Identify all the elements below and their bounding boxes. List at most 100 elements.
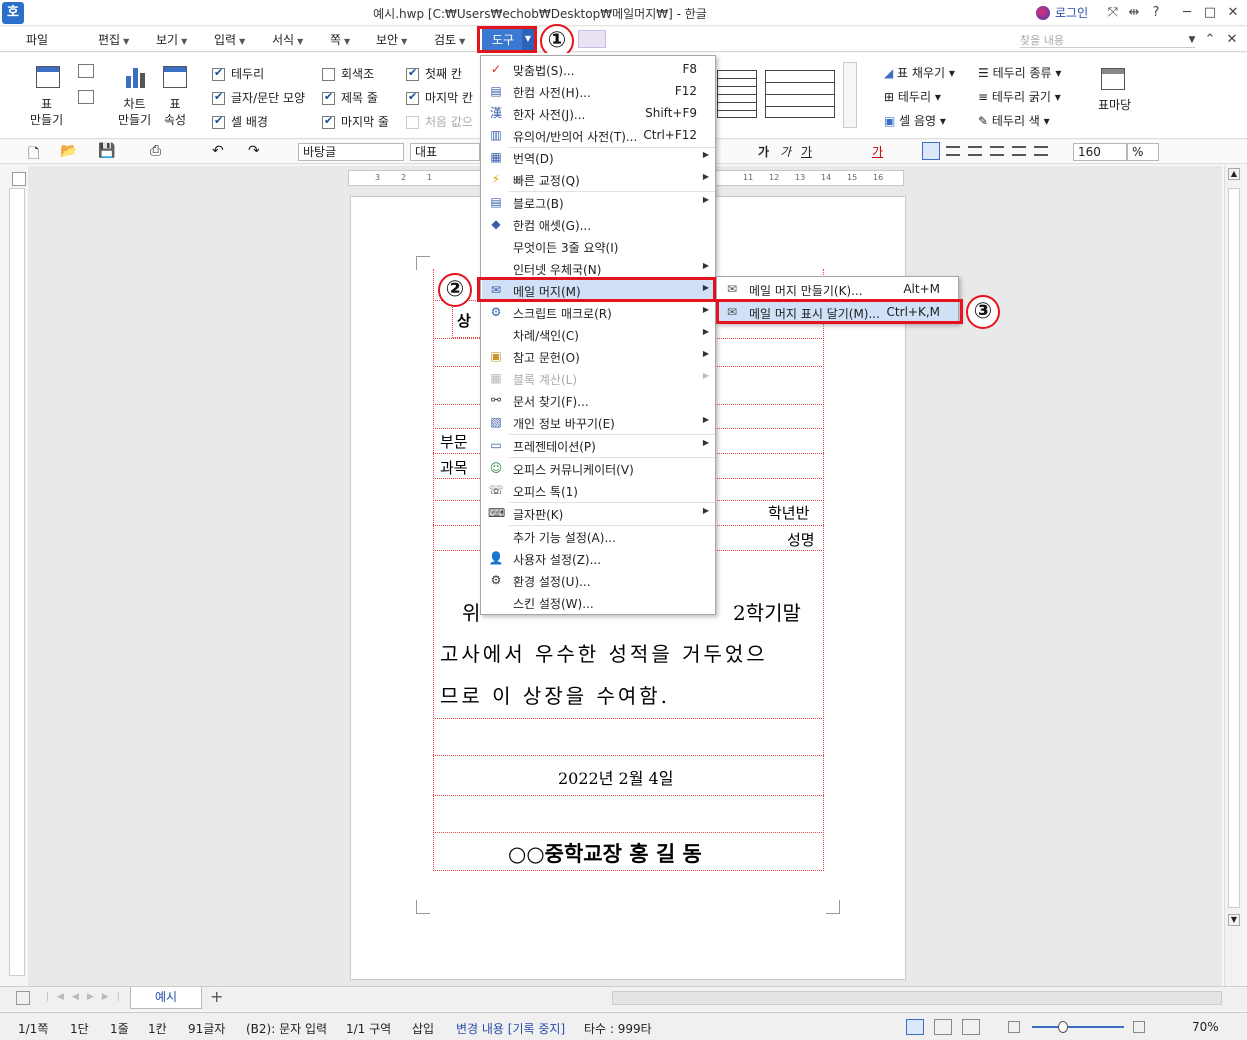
menu-item-asset[interactable]: ◆ 한컴 애셋(G)... bbox=[482, 213, 715, 235]
scroll-up-icon[interactable]: ▲ bbox=[1228, 168, 1240, 180]
table-erase-icon[interactable] bbox=[78, 90, 94, 104]
style-combo[interactable]: 바탕글 bbox=[298, 143, 404, 161]
status-zoom[interactable]: 70% bbox=[1192, 1020, 1219, 1034]
menu-item-addons[interactable]: 추가 기능 설정(A)... bbox=[482, 525, 715, 547]
align-justify-icon[interactable] bbox=[922, 142, 940, 160]
menu-format[interactable]: 서식 ▼ bbox=[272, 31, 303, 48]
menu-item-find-doc[interactable]: ⚯ 문서 찾기(F)... bbox=[482, 389, 715, 411]
style-gallery-scroll[interactable] bbox=[843, 62, 857, 128]
chevron-down-icon[interactable]: ▼ bbox=[1182, 30, 1202, 50]
checkbox[interactable] bbox=[212, 90, 225, 105]
menu-insert[interactable]: 입력 ▼ bbox=[214, 31, 245, 48]
checkbox[interactable] bbox=[322, 68, 335, 81]
status-page[interactable]: 1/1쪽 bbox=[18, 1020, 48, 1037]
maximize-button[interactable]: □ bbox=[1200, 3, 1220, 23]
hwp-app-icon[interactable]: 호 bbox=[2, 2, 24, 24]
menu-item-internet-post[interactable]: 인터넷 우체국(N) ▶ bbox=[482, 257, 715, 279]
border-button[interactable]: ⊞ 테두리 ▾ bbox=[884, 88, 941, 105]
align-center-icon[interactable] bbox=[990, 146, 1004, 156]
menu-review[interactable]: 검토 ▼ bbox=[434, 31, 465, 48]
italic-icon[interactable]: 가 bbox=[780, 143, 791, 160]
undo-icon[interactable]: ↶ bbox=[212, 143, 224, 159]
zoom-slider[interactable] bbox=[1032, 1026, 1124, 1028]
align-right-icon[interactable] bbox=[968, 146, 982, 156]
menu-item-macro[interactable]: ⚙ 스크립트 매크로(R) ▶ bbox=[482, 301, 715, 323]
zoom-out-icon[interactable] bbox=[1008, 1021, 1020, 1033]
check-grayscale[interactable]: 회색조 bbox=[322, 65, 374, 82]
chart-create-button[interactable]: 차트 만들기 bbox=[118, 96, 151, 128]
menu-page[interactable]: 쪽 ▼ bbox=[330, 31, 350, 48]
table-draw-icon[interactable] bbox=[78, 64, 94, 78]
view-width-icon[interactable] bbox=[934, 1019, 952, 1035]
fill-table-button[interactable]: ◢ 표 채우기 ▾ bbox=[884, 64, 955, 81]
checkbox[interactable] bbox=[322, 90, 335, 105]
menu-item-toc-index[interactable]: 차례/색인(C) ▶ bbox=[482, 323, 715, 345]
quick-style-icon[interactable] bbox=[578, 30, 606, 48]
table-style-preview-2[interactable] bbox=[765, 70, 835, 118]
menu-item-privacy[interactable]: ▧ 개인 정보 바꾸기(E) ▶ bbox=[482, 411, 715, 433]
menu-security[interactable]: 보안 ▼ bbox=[376, 31, 407, 48]
check-char-para[interactable]: 글자/문단 모양 bbox=[212, 89, 305, 106]
vertical-scrollbar[interactable]: ▲ ▼ bbox=[1224, 166, 1242, 986]
collapse-ribbon-icon[interactable]: ⌃ bbox=[1200, 30, 1220, 50]
table-create-button[interactable]: 표 만들기 bbox=[30, 96, 63, 128]
menu-item-blog[interactable]: ▤ 블로그(B) ▶ bbox=[482, 191, 715, 213]
font-color-icon[interactable]: 가 bbox=[872, 143, 883, 160]
check-title-row[interactable]: 제목 줄 bbox=[322, 89, 378, 106]
menu-item-dictionary[interactable]: ▤ 한컴 사전(H)... F12 bbox=[482, 80, 715, 102]
menu-item-presentation[interactable]: ▭ 프레젠테이션(P) ▶ bbox=[482, 434, 715, 456]
zoom-slider-thumb[interactable] bbox=[1058, 1021, 1068, 1033]
menu-file[interactable]: 파일 bbox=[26, 31, 48, 48]
underline-icon[interactable]: 가 bbox=[801, 143, 812, 160]
menu-item-keyboard[interactable]: ⌨ 글자판(K) ▶ bbox=[482, 502, 715, 524]
ruler-origin-icon[interactable] bbox=[12, 172, 26, 186]
border-type-button[interactable]: ☰ 테두리 종류 ▾ bbox=[978, 64, 1061, 81]
add-tab-button[interactable]: + bbox=[210, 987, 223, 1006]
check-cell-bg[interactable]: 셀 배경 bbox=[212, 113, 268, 130]
open-folder-icon[interactable]: 📂 bbox=[60, 143, 77, 159]
menu-item-skin[interactable]: 스킨 설정(W)... bbox=[482, 591, 715, 613]
menu-item-office-talk[interactable]: ☏ 오피스 톡(1) bbox=[482, 479, 715, 501]
login-link[interactable]: 로그인 bbox=[1055, 4, 1088, 21]
menu-item-references[interactable]: ▣ 참고 문헌(O) ▶ bbox=[482, 345, 715, 367]
checkbox[interactable] bbox=[406, 90, 419, 105]
check-last-col[interactable]: 마지막 칸 bbox=[406, 89, 473, 106]
scroll-thumb[interactable] bbox=[1228, 188, 1240, 908]
checkbox[interactable] bbox=[322, 114, 335, 129]
check-border[interactable]: 테두리 bbox=[212, 65, 264, 82]
submenu-item-create[interactable]: ✉ 메일 머지 만들기(K)... Alt+M bbox=[718, 278, 958, 300]
close-button[interactable]: ✕ bbox=[1223, 3, 1243, 23]
scroll-down-icon[interactable]: ▼ bbox=[1228, 914, 1240, 926]
save-icon[interactable]: 💾 bbox=[98, 143, 115, 159]
redo-icon[interactable]: ↷ bbox=[248, 143, 260, 159]
tools-menu[interactable]: ✓ 맞춤법(S)... F8 ▤ 한컴 사전(H)... F12 漢 한자 사전(J)..… bbox=[480, 55, 716, 615]
menu-edit[interactable]: 편집 ▼ bbox=[98, 31, 129, 48]
checkbox[interactable] bbox=[212, 114, 225, 129]
check-last-row[interactable]: 마지막 줄 bbox=[322, 113, 389, 130]
menu-item-thesaurus[interactable]: ▥ 유의어/반의어 사전(T)... Ctrl+F12 bbox=[482, 124, 715, 146]
menu-view[interactable]: 보기 ▼ bbox=[156, 31, 187, 48]
bold-icon[interactable]: 가 bbox=[758, 143, 769, 160]
horizontal-scrollbar[interactable] bbox=[612, 991, 1222, 1005]
menu-item-communicator[interactable]: ☺ 오피스 커뮤니케이터(V) bbox=[482, 457, 715, 479]
view-page-icon[interactable] bbox=[962, 1019, 980, 1035]
status-insert-mode[interactable]: 삽입 bbox=[412, 1020, 434, 1037]
align-left-icon[interactable] bbox=[946, 146, 960, 156]
border-color-button[interactable]: ✎ 테두리 색 ▾ bbox=[978, 112, 1050, 129]
close-doc-icon[interactable]: ✕ bbox=[1222, 30, 1242, 50]
tab-nav-icons[interactable]: |◀◀▶▶| bbox=[46, 992, 128, 1002]
help-button[interactable]: ? bbox=[1146, 3, 1166, 23]
menu-item-preferences[interactable]: ⚙ 환경 설정(U)... bbox=[482, 569, 715, 591]
table-properties-button[interactable]: 표 속성 bbox=[164, 96, 186, 128]
fullscreen-icon[interactable]: ⤧ bbox=[1103, 3, 1123, 23]
menu-item-summary[interactable]: 무엇이든 3줄 요약(I) bbox=[482, 235, 715, 257]
zoom-unit-combo[interactable]: % bbox=[1127, 143, 1159, 161]
new-document-icon[interactable]: 🗋 bbox=[28, 143, 39, 167]
search-input[interactable]: 찾을 내용 bbox=[1020, 32, 1195, 48]
menu-item-spellcheck[interactable]: ✓ 맞춤법(S)... F8 bbox=[482, 58, 715, 80]
menu-item-user-settings[interactable]: 👤 사용자 설정(Z)... bbox=[482, 547, 715, 569]
tab-sheet-1[interactable]: 예시 bbox=[130, 987, 202, 1009]
checkbox[interactable] bbox=[406, 66, 419, 81]
print-icon[interactable]: ⎙ bbox=[150, 143, 161, 159]
tab-view-icon[interactable] bbox=[16, 991, 30, 1005]
